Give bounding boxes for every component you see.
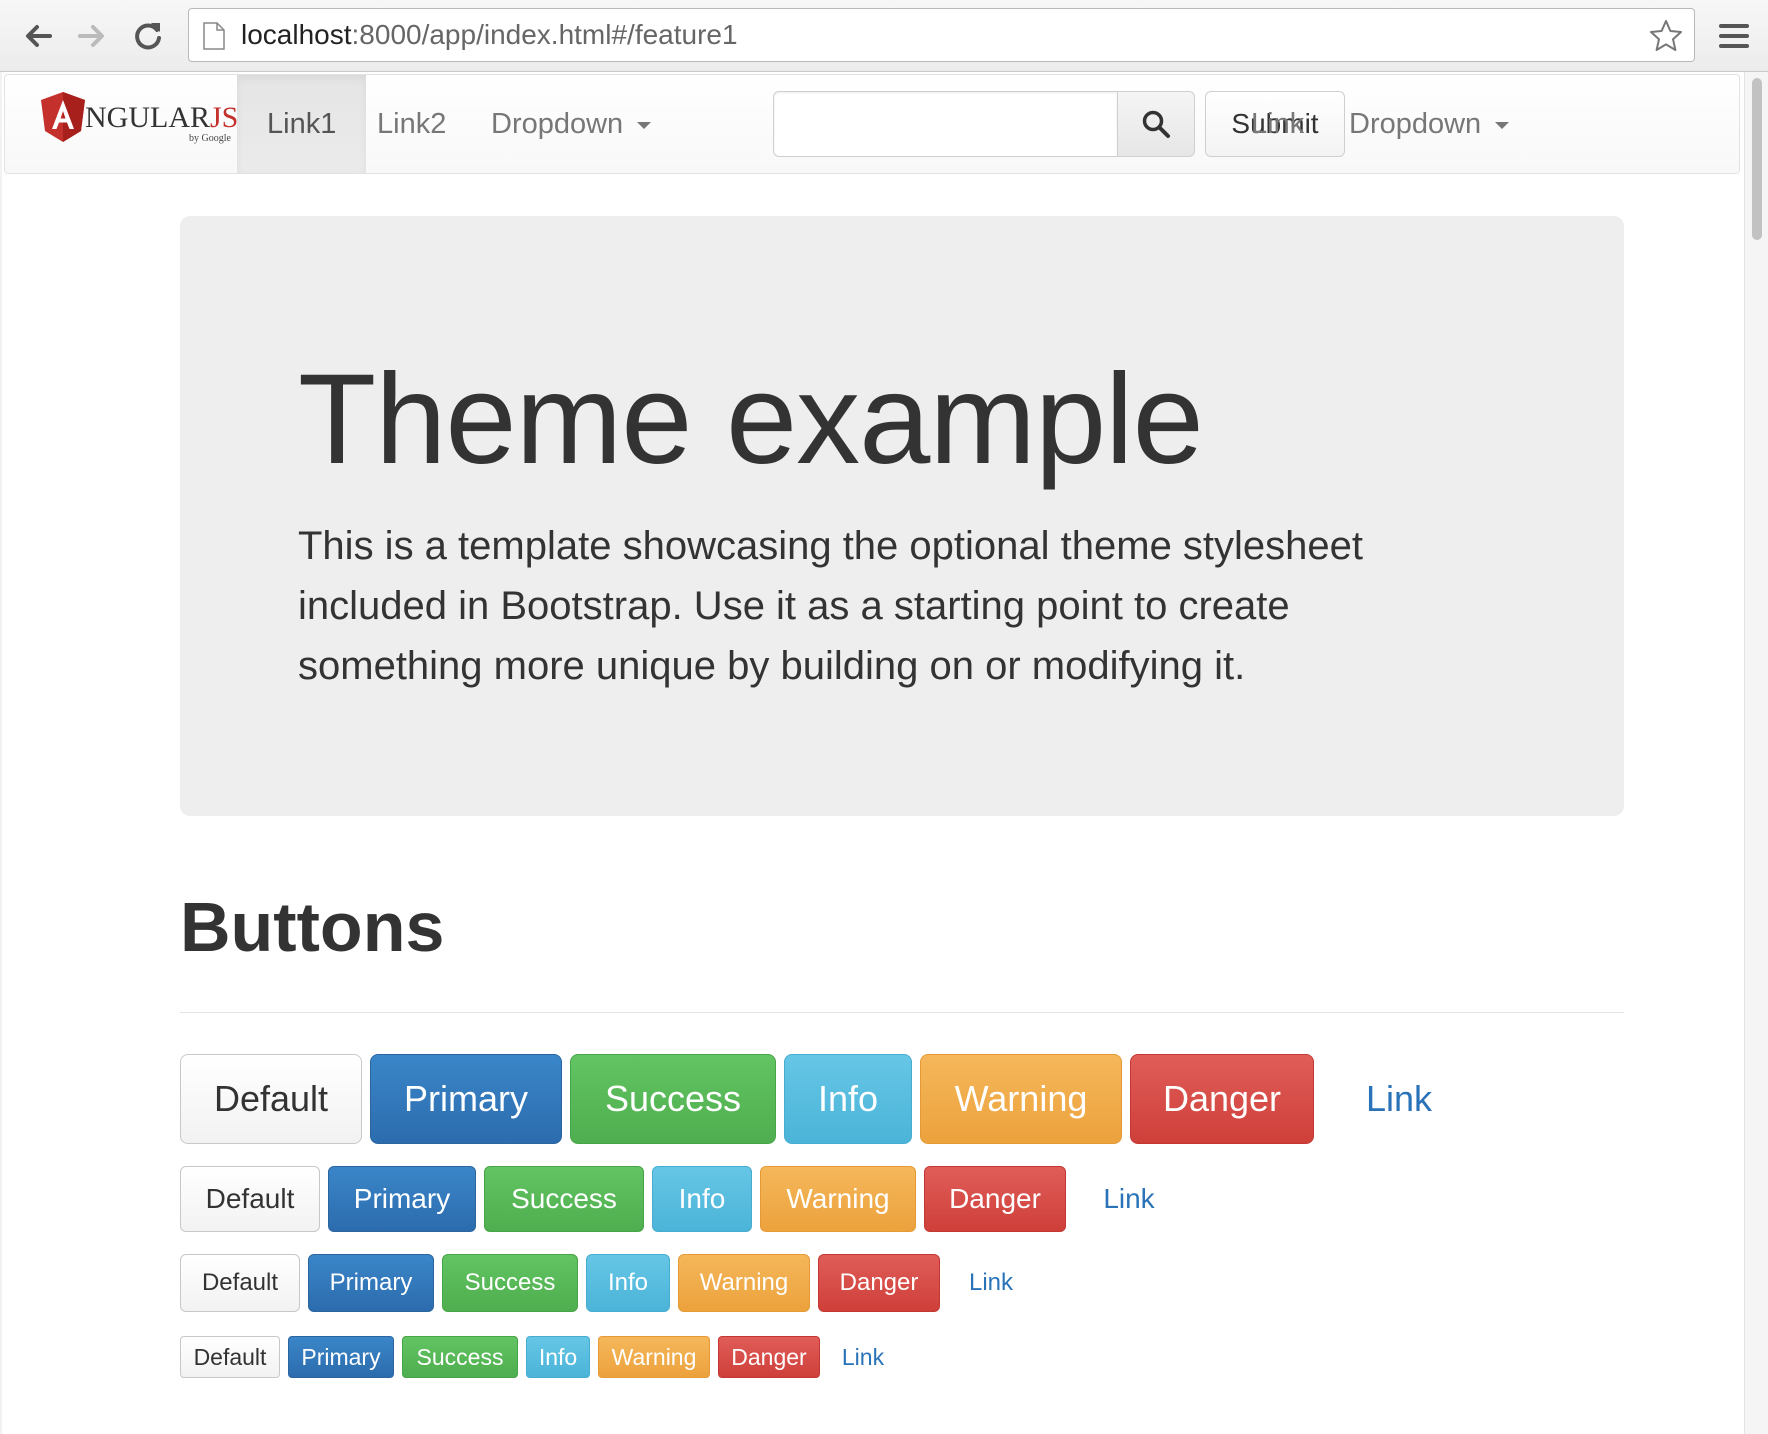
primary-button-lg[interactable]: Primary (370, 1054, 562, 1144)
link-button[interactable]: Link (1074, 1166, 1184, 1232)
reload-button[interactable] (126, 14, 170, 58)
navbar: NGULARJS by Google Link1 Link2 Dropdown … (4, 74, 1740, 174)
forward-button[interactable] (70, 14, 114, 58)
angular-shield-icon (41, 92, 85, 142)
brand-by-google: by Google (189, 133, 231, 144)
hamburger-menu-icon[interactable] (1716, 18, 1752, 54)
search-input[interactable] (773, 91, 1117, 157)
divider (180, 1012, 1624, 1013)
button-row-xsmall: Default Primary Success Info Warning Dan… (180, 1336, 906, 1378)
caret-down-icon (1495, 121, 1510, 129)
danger-button-xs[interactable]: Danger (718, 1336, 820, 1378)
nav-right-link[interactable]: Link (1221, 75, 1334, 173)
warning-button[interactable]: Warning (760, 1166, 916, 1232)
url-host: localhost (241, 19, 352, 50)
arrow-left-icon (26, 25, 52, 47)
info-button-sm[interactable]: Info (586, 1254, 670, 1312)
success-button-lg[interactable]: Success (570, 1054, 776, 1144)
nav-link-1-label: Link1 (267, 108, 337, 140)
button-row-default: Default Primary Success Info Warning Dan… (180, 1166, 1192, 1232)
danger-button-sm[interactable]: Danger (818, 1254, 940, 1312)
reload-icon (135, 23, 161, 50)
search-button[interactable] (1117, 91, 1195, 157)
search-form (773, 91, 1195, 157)
success-button[interactable]: Success (484, 1166, 644, 1232)
nav-link-2[interactable]: Link2 (347, 75, 476, 173)
danger-button[interactable]: Danger (924, 1166, 1066, 1232)
url-text: localhost:8000/app/index.html#/feature1 (241, 9, 738, 61)
default-button-lg[interactable]: Default (180, 1054, 362, 1144)
default-button[interactable]: Default (180, 1166, 320, 1232)
page-viewport: NGULARJS by Google Link1 Link2 Dropdown … (2, 72, 1744, 1434)
nav-dropdown-label: Dropdown (491, 108, 624, 140)
buttons-heading: Buttons (180, 888, 445, 966)
info-button[interactable]: Info (652, 1166, 752, 1232)
info-button-xs[interactable]: Info (526, 1336, 590, 1378)
warning-button-lg[interactable]: Warning (920, 1054, 1122, 1144)
nav-right-dropdown[interactable]: Dropdown (1319, 75, 1539, 173)
nav-link-2-label: Link2 (377, 108, 447, 140)
jumbotron-lead: This is a template showcasing the option… (298, 524, 1364, 688)
primary-button-sm[interactable]: Primary (308, 1254, 434, 1312)
brand-text-main: NGULAR (85, 101, 210, 134)
default-button-xs[interactable]: Default (180, 1336, 280, 1378)
search-icon (1142, 110, 1170, 138)
link-button-lg[interactable]: Link (1322, 1054, 1476, 1144)
jumbotron: Theme example This is a template showcas… (180, 216, 1624, 816)
warning-button-xs[interactable]: Warning (598, 1336, 710, 1378)
danger-button-lg[interactable]: Danger (1130, 1054, 1314, 1144)
link-button-sm[interactable]: Link (948, 1254, 1034, 1312)
default-button-sm[interactable]: Default (180, 1254, 300, 1312)
button-row-large: Default Primary Success Info Warning Dan… (180, 1054, 1484, 1144)
success-button-sm[interactable]: Success (442, 1254, 578, 1312)
address-bar[interactable]: localhost:8000/app/index.html#/feature1 (188, 8, 1695, 62)
browser-toolbar: localhost:8000/app/index.html#/feature1 (0, 0, 1768, 72)
primary-button[interactable]: Primary (328, 1166, 476, 1232)
success-button-xs[interactable]: Success (402, 1336, 518, 1378)
scrollbar-thumb[interactable] (1752, 78, 1762, 240)
arrow-right-icon (78, 25, 104, 47)
brand-logo[interactable]: NGULARJS by Google (33, 89, 241, 151)
link-button-xs[interactable]: Link (828, 1336, 898, 1378)
back-button[interactable] (16, 14, 60, 58)
nav-right-dropdown-label: Dropdown (1349, 108, 1482, 140)
vertical-scrollbar[interactable] (1744, 72, 1768, 1434)
star-icon[interactable] (1648, 18, 1684, 54)
warning-button-sm[interactable]: Warning (678, 1254, 810, 1312)
page-icon (203, 22, 225, 50)
info-button-lg[interactable]: Info (784, 1054, 912, 1144)
brand-text-js: JS (210, 101, 239, 134)
nav-dropdown[interactable]: Dropdown (461, 75, 681, 173)
primary-button-xs[interactable]: Primary (288, 1336, 394, 1378)
nav-right-link-label: Link (1251, 108, 1305, 140)
button-row-small: Default Primary Success Info Warning Dan… (180, 1254, 1042, 1312)
url-path: :8000/app/index.html#/feature1 (351, 19, 738, 50)
caret-down-icon (637, 121, 652, 129)
brand-text: NGULARJS (85, 101, 238, 135)
page-title: Theme example (298, 348, 1204, 491)
